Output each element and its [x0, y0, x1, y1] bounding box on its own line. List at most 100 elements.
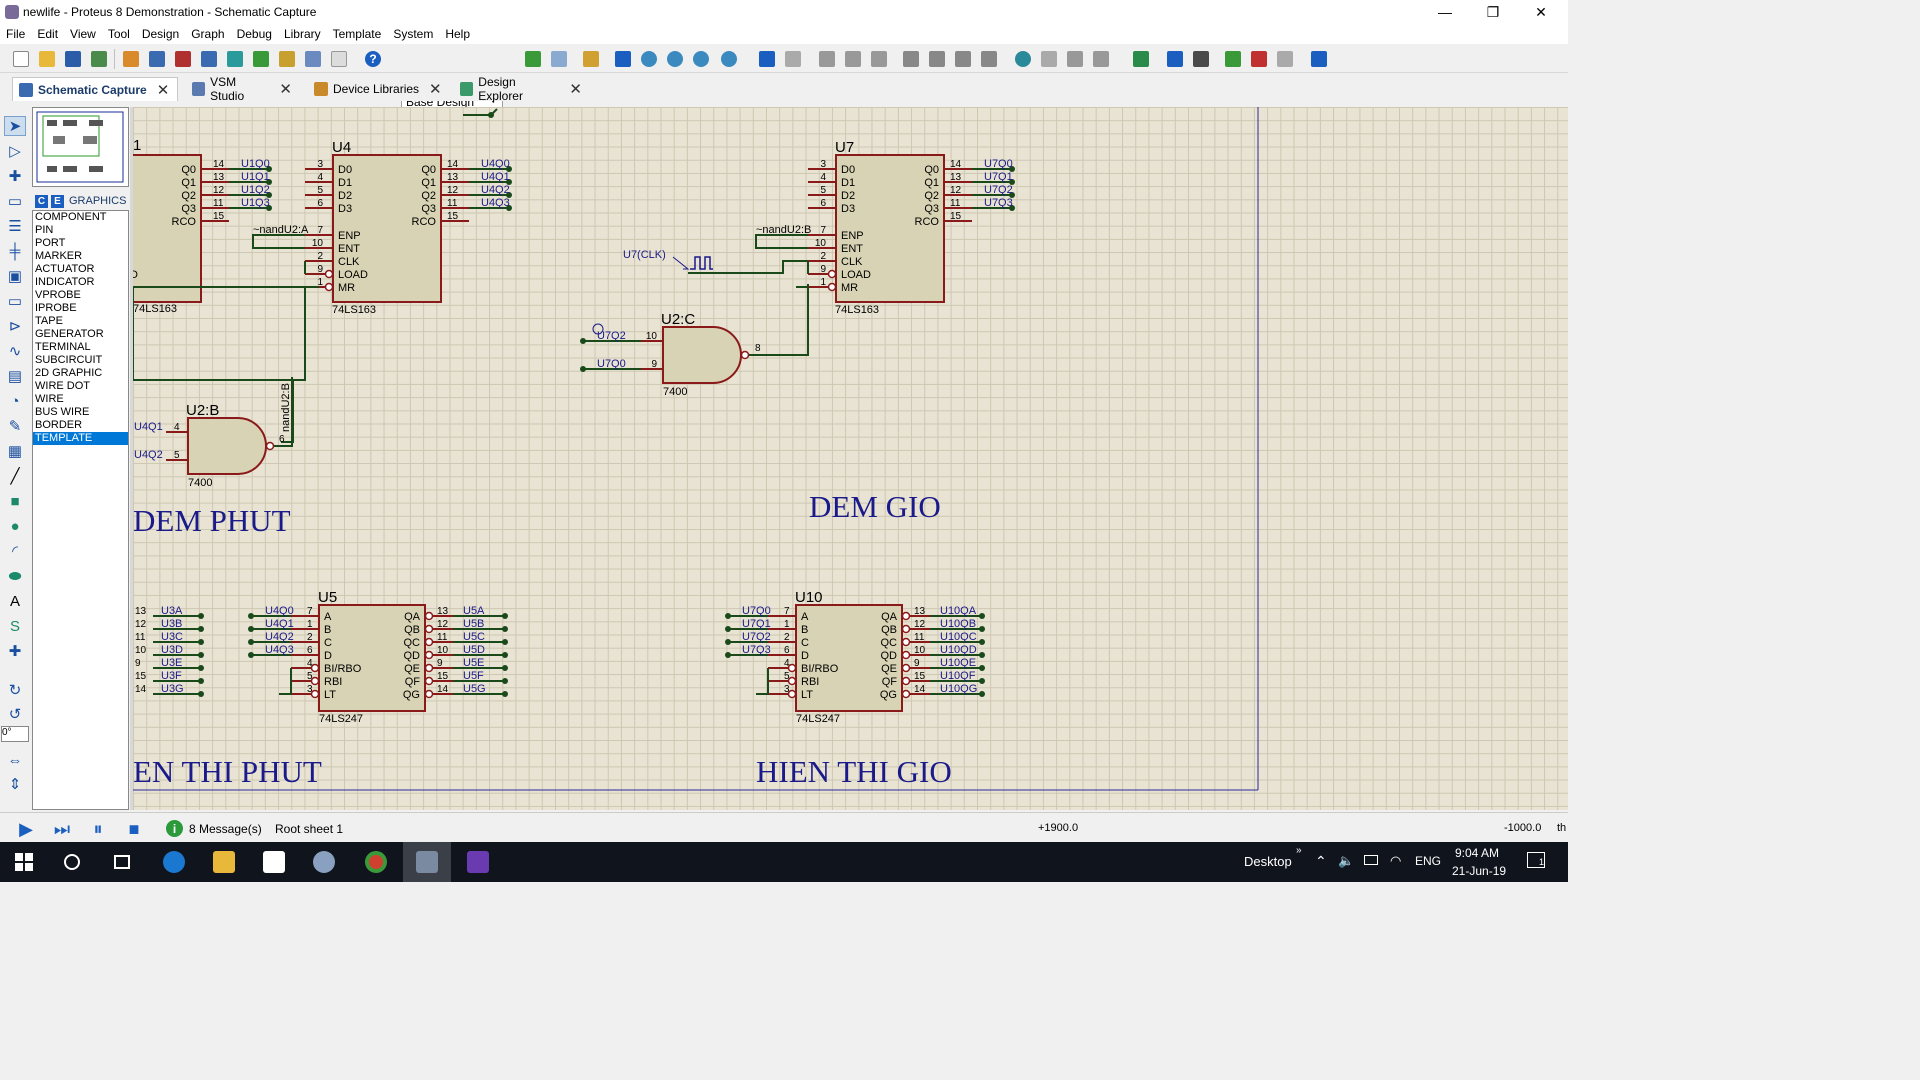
list-item[interactable]: PIN — [33, 224, 128, 237]
pan-icon[interactable] — [612, 48, 634, 70]
block-delete-icon[interactable] — [978, 48, 1000, 70]
menu-template[interactable]: Template — [327, 27, 388, 41]
list-item[interactable]: VPROBE — [33, 289, 128, 302]
list-item[interactable]: SUBCIRCUIT — [33, 354, 128, 367]
terminal-icon[interactable]: ▭ — [4, 291, 26, 311]
text-script-icon[interactable]: ☰ — [4, 216, 26, 236]
menu-debug[interactable]: Debug — [231, 27, 278, 41]
pick-device-icon[interactable] — [1012, 48, 1034, 70]
origin-icon[interactable] — [580, 48, 602, 70]
refresh-icon[interactable] — [522, 48, 544, 70]
list-item[interactable]: 2D GRAPHIC — [33, 367, 128, 380]
list-item[interactable]: INDICATOR — [33, 276, 128, 289]
rotate-anticlockwise-icon[interactable]: ↺ — [4, 704, 26, 724]
new-sheet-icon[interactable] — [1222, 48, 1244, 70]
path-icon[interactable]: ⬬ — [4, 566, 26, 586]
step-icon[interactable]: ⏭ — [52, 819, 72, 839]
box-icon[interactable]: ■ — [4, 491, 26, 511]
menu-file[interactable]: File — [0, 27, 31, 41]
zoom-all-icon[interactable] — [690, 48, 712, 70]
tab-vsm-studio[interactable]: VSM Studio ✕ — [186, 75, 298, 103]
menu-view[interactable]: View — [64, 27, 102, 41]
home-icon[interactable] — [120, 48, 142, 70]
maximize-button[interactable]: ❐ — [1470, 0, 1516, 24]
tray-expand-icon[interactable]: ⌃ — [1315, 853, 1327, 870]
tab-device-libraries[interactable]: Device Libraries ✕ — [308, 77, 448, 101]
redo-icon[interactable] — [782, 48, 804, 70]
list-item[interactable]: GENERATOR — [33, 328, 128, 341]
block-move-icon[interactable] — [926, 48, 948, 70]
tape-recorder-icon[interactable]: ▤ — [4, 366, 26, 386]
list-item[interactable]: BORDER — [33, 419, 128, 432]
bus-icon[interactable]: ╪ — [4, 241, 26, 261]
cortana-search-icon[interactable] — [48, 842, 96, 882]
chrome-icon[interactable] — [352, 842, 400, 882]
block-rotate-icon[interactable] — [952, 48, 974, 70]
virtual-instruments-icon[interactable]: ▦ — [4, 441, 26, 461]
menu-edit[interactable]: Edit — [31, 27, 64, 41]
chevron-up-icon[interactable]: » — [1296, 845, 1302, 856]
close-tab-icon[interactable]: ✕ — [429, 80, 442, 98]
proteus-taskbar-icon[interactable] — [403, 842, 451, 882]
wire-autorouter-icon[interactable] — [1130, 48, 1152, 70]
make-device-icon[interactable] — [1038, 48, 1060, 70]
exit-parent-icon[interactable] — [1274, 48, 1296, 70]
wire-label-icon[interactable]: ▭ — [4, 191, 26, 211]
3d-view-icon[interactable] — [224, 48, 246, 70]
list-item[interactable]: BUS WIRE — [33, 406, 128, 419]
play-icon[interactable]: ▶ — [16, 819, 36, 839]
stop-icon[interactable]: ■ — [124, 819, 144, 839]
volume-icon[interactable]: 🔈 — [1338, 853, 1354, 869]
component-mode-icon[interactable]: ▷ — [4, 141, 26, 161]
cost-icon[interactable] — [276, 48, 298, 70]
list-item[interactable]: IPROBE — [33, 302, 128, 315]
packaging-tool-icon[interactable] — [1064, 48, 1086, 70]
schematic-icon[interactable] — [146, 48, 168, 70]
menu-tool[interactable]: Tool — [102, 27, 136, 41]
windows-start-icon[interactable] — [0, 842, 48, 882]
language-indicator[interactable]: ENG — [1415, 854, 1441, 868]
device-pin-icon[interactable]: ⊳ — [4, 316, 26, 336]
visual-studio-icon[interactable] — [454, 842, 502, 882]
symbol-icon[interactable]: S — [4, 616, 26, 636]
marker-icon[interactable]: ✚ — [4, 641, 26, 661]
edge-browser-icon[interactable] — [150, 842, 198, 882]
voltage-probe-icon[interactable]: ✎ — [4, 416, 26, 436]
schematic-canvas[interactable]: 174LS163D0D1D2D3ENPENTCLKLOADMRQ014Q113Q… — [133, 107, 1568, 810]
remove-sheet-icon[interactable] — [1248, 48, 1270, 70]
close-tab-icon[interactable]: ✕ — [157, 81, 170, 99]
components-mode-button[interactable]: C — [35, 194, 48, 208]
rotate-clockwise-icon[interactable]: ↻ — [4, 680, 26, 700]
help-icon[interactable]: ? — [362, 48, 384, 70]
edit-mode-button[interactable]: E — [51, 194, 64, 208]
list-item[interactable]: TAPE — [33, 315, 128, 328]
info-icon[interactable]: i — [166, 820, 183, 837]
zoom-area-icon[interactable] — [718, 48, 740, 70]
arc-icon[interactable]: ◜ — [4, 541, 26, 561]
zoom-in-icon[interactable] — [638, 48, 660, 70]
wifi-icon[interactable]: ◠ — [1390, 853, 1401, 869]
circle-icon[interactable]: ● — [4, 516, 26, 536]
list-item[interactable]: ACTUATOR — [33, 263, 128, 276]
desktop-toolbar-label[interactable]: Desktop — [1244, 854, 1292, 869]
close-tab-icon[interactable]: ✕ — [279, 80, 292, 98]
selection-mode-icon[interactable]: ➤ — [4, 116, 26, 136]
close-tab-icon[interactable]: ✕ — [569, 80, 582, 98]
cut-icon[interactable] — [816, 48, 838, 70]
save-icon[interactable] — [62, 48, 84, 70]
menu-help[interactable]: Help — [439, 27, 476, 41]
notification-center-icon[interactable]: 1 — [1527, 852, 1545, 868]
tab-design-explorer[interactable]: Design Explorer ✕ — [454, 75, 588, 103]
clock-date[interactable]: 21-Jun-19 — [1452, 864, 1506, 878]
close-window-button[interactable]: ✕ — [1518, 0, 1564, 24]
line-icon[interactable]: ╱ — [4, 466, 26, 486]
property-assign-icon[interactable] — [1190, 48, 1212, 70]
grid-toggle-icon[interactable] — [548, 48, 570, 70]
gerber-icon[interactable] — [198, 48, 220, 70]
paint-app-icon[interactable] — [300, 842, 348, 882]
task-view-icon[interactable] — [98, 842, 146, 882]
messages-count[interactable]: 8 Message(s) — [189, 822, 262, 836]
file-explorer-icon[interactable] — [200, 842, 248, 882]
menu-system[interactable]: System — [387, 27, 439, 41]
menu-library[interactable]: Library — [278, 27, 327, 41]
